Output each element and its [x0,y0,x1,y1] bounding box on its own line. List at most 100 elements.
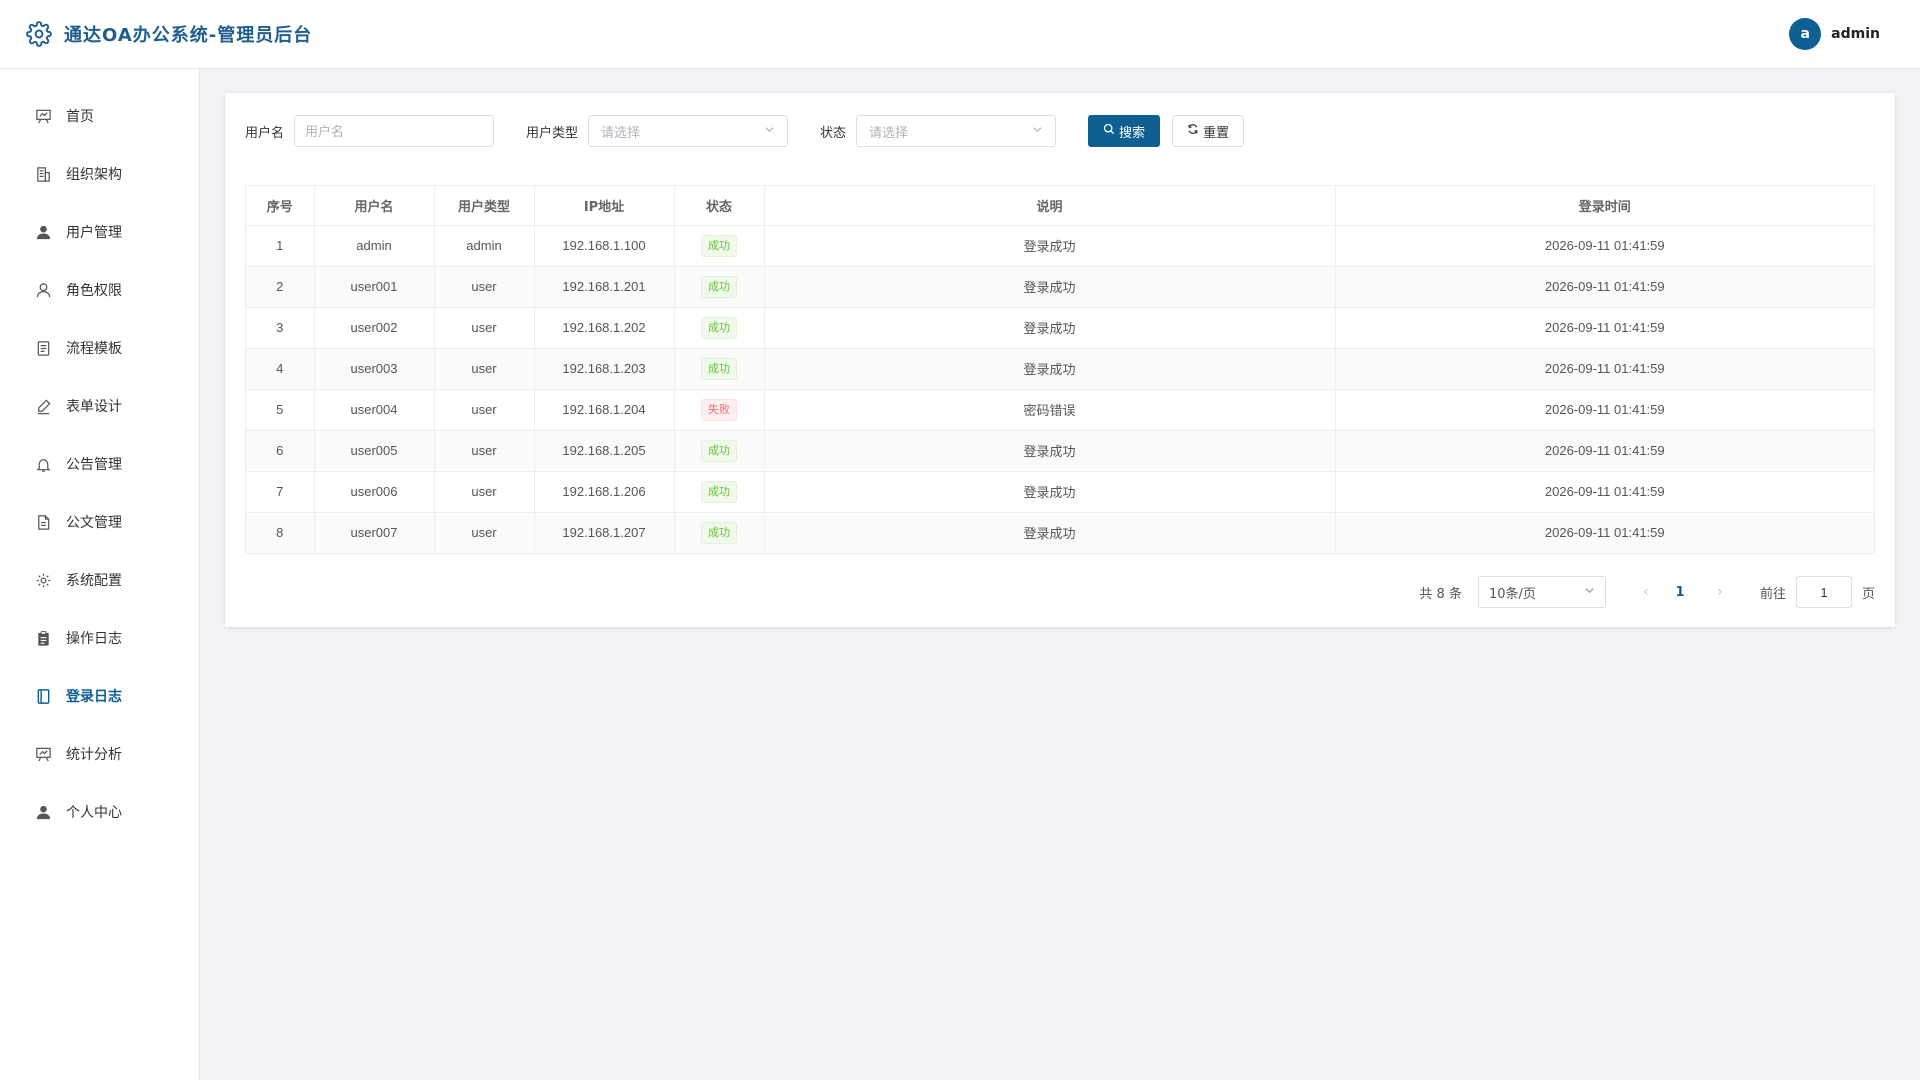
user-type-select[interactable]: 请选择 [588,115,789,147]
next-page-button[interactable]: › [1708,584,1732,600]
cell-description: 登录成功 [764,225,1336,267]
cell-index: 8 [246,512,315,553]
cell-description: 登录成功 [764,348,1336,390]
cell-ip: 192.168.1.201 [534,266,675,308]
sidebar-item-login-log[interactable]: 登录日志 [0,667,199,725]
top-header: 通达OA办公系统-管理员后台 a admin [0,0,1920,69]
username-filter-label: 用户名 [245,125,285,141]
cell-index: 6 [246,430,315,472]
user-name[interactable]: admin [1831,26,1880,42]
sidebar-item-profile[interactable]: 个人中心 [0,783,199,841]
table-row[interactable]: 4 user003 user 192.168.1.203 成功 登录成功 202… [246,348,1874,390]
sidebar-item-system-config[interactable]: 系统配置 [0,551,199,609]
cell-user-type: user [434,307,535,349]
cell-description: 登录成功 [764,266,1336,308]
cell-user-type: user [434,471,535,513]
sidebar-item-label: 组织架构 [66,167,122,183]
prev-page-button[interactable]: ‹ [1634,584,1658,600]
user-type-placeholder: 请选择 [601,125,641,141]
cell-description: 登录成功 [764,430,1336,472]
cell-index: 2 [246,266,315,308]
sidebar-item-home[interactable]: 首页 [0,87,199,145]
status-badge: 成功 [701,521,737,544]
status-badge: 成功 [701,275,737,298]
app-title: 通达OA办公系统-管理员后台 [64,25,313,46]
cell-username: user005 [314,430,435,472]
status-select[interactable]: 请选择 [856,115,1057,147]
page-number-current[interactable]: 1 [1668,585,1692,600]
sidebar-item-label: 系统配置 [66,573,122,589]
page-size-select[interactable]: 10条/页 [1477,576,1606,608]
sidebar-item-workflow[interactable]: 流程模板 [0,319,199,377]
cell-status: 成功 [674,266,765,308]
sidebar-item-documents[interactable]: 公文管理 [0,493,199,551]
sidebar-item-operation-log[interactable]: 操作日志 [0,609,199,667]
cell-ip: 192.168.1.205 [534,430,675,472]
brand: 通达OA办公系统-管理员后台 [26,21,312,47]
sidebar-item-roles[interactable]: 角色权限 [0,261,199,319]
cell-user-type: user [434,389,535,431]
file-text-icon [34,513,52,531]
cell-description: 密码错误 [764,389,1336,431]
chevron-down-icon [1032,124,1043,139]
user-type-filter-label: 用户类型 [526,125,579,141]
table-row[interactable]: 3 user002 user 192.168.1.202 成功 登录成功 202… [246,307,1874,349]
sidebar-item-announcements[interactable]: 公告管理 [0,435,199,493]
user-filled-icon [34,223,52,241]
total-count: 共 8 条 [1419,586,1462,602]
status-filter-label: 状态 [820,125,847,141]
table-row[interactable]: 2 user001 user 192.168.1.201 成功 登录成功 202… [246,266,1874,308]
sidebar-item-organization[interactable]: 组织架构 [0,145,199,203]
search-button-label: 搜索 [1119,125,1146,141]
cell-ip: 192.168.1.202 [534,307,675,349]
building-icon [34,165,52,183]
sidebar-item-statistics[interactable]: 统计分析 [0,725,199,783]
cell-login-time: 2026-09-11 01:41:59 [1335,348,1874,390]
column-header-ip: IP地址 [534,186,675,226]
cell-login-time: 2026-09-11 01:41:59 [1335,307,1874,349]
cell-user-type: user [434,430,535,472]
gear-icon [34,571,52,589]
user-filled-icon [34,803,52,821]
sidebar-item-form-design[interactable]: 表单设计 [0,377,199,435]
status-badge: 失败 [701,398,737,421]
status-badge: 成功 [701,357,737,380]
sidebar-item-label: 公文管理 [66,515,122,531]
cell-login-time: 2026-09-11 01:41:59 [1335,512,1874,553]
status-placeholder: 请选择 [869,125,909,141]
cell-login-time: 2026-09-11 01:41:59 [1335,430,1874,472]
cell-ip: 192.168.1.207 [534,512,675,553]
cell-login-time: 2026-09-11 01:41:59 [1335,389,1874,431]
user-menu[interactable]: a admin [1789,18,1880,50]
chevron-down-icon [1584,585,1595,600]
page-suffix: 页 [1861,586,1875,602]
sidebar-item-label: 角色权限 [66,283,122,299]
sidebar-item-label: 流程模板 [66,341,122,357]
table-row[interactable]: 6 user005 user 192.168.1.205 成功 登录成功 202… [246,430,1874,472]
gear-icon [26,21,52,47]
table-row[interactable]: 5 user004 user 192.168.1.204 失败 密码错误 202… [246,389,1874,431]
refresh-icon [1187,123,1199,139]
goto-page-input[interactable] [1795,576,1852,608]
sidebar-item-users[interactable]: 用户管理 [0,203,199,261]
cell-index: 3 [246,307,315,349]
username-input[interactable] [294,115,495,147]
cell-user-type: admin [434,225,535,267]
reset-button[interactable]: 重置 [1172,115,1245,147]
column-header-status: 状态 [674,186,765,226]
avatar[interactable]: a [1789,18,1822,50]
column-header-login-time: 登录时间 [1335,186,1874,226]
cell-username: user006 [314,471,435,513]
sidebar-item-label: 首页 [66,109,94,125]
search-button[interactable]: 搜索 [1088,115,1161,147]
cell-status: 成功 [674,512,765,553]
notebook-icon [34,687,52,705]
cell-status: 成功 [674,225,765,267]
sidebar-item-label: 登录日志 [66,689,122,705]
table-row[interactable]: 7 user006 user 192.168.1.206 成功 登录成功 202… [246,471,1874,513]
sidebar: 首页 组织架构 用户管理 角色权限 流程模板 表单设计 公告管理 公文管理 系统… [0,69,200,1080]
cell-index: 4 [246,348,315,390]
goto-label: 前往 [1759,586,1786,602]
table-row[interactable]: 8 user007 user 192.168.1.207 成功 登录成功 202… [246,512,1874,553]
table-row[interactable]: 1 admin admin 192.168.1.100 成功 登录成功 2026… [246,225,1874,267]
